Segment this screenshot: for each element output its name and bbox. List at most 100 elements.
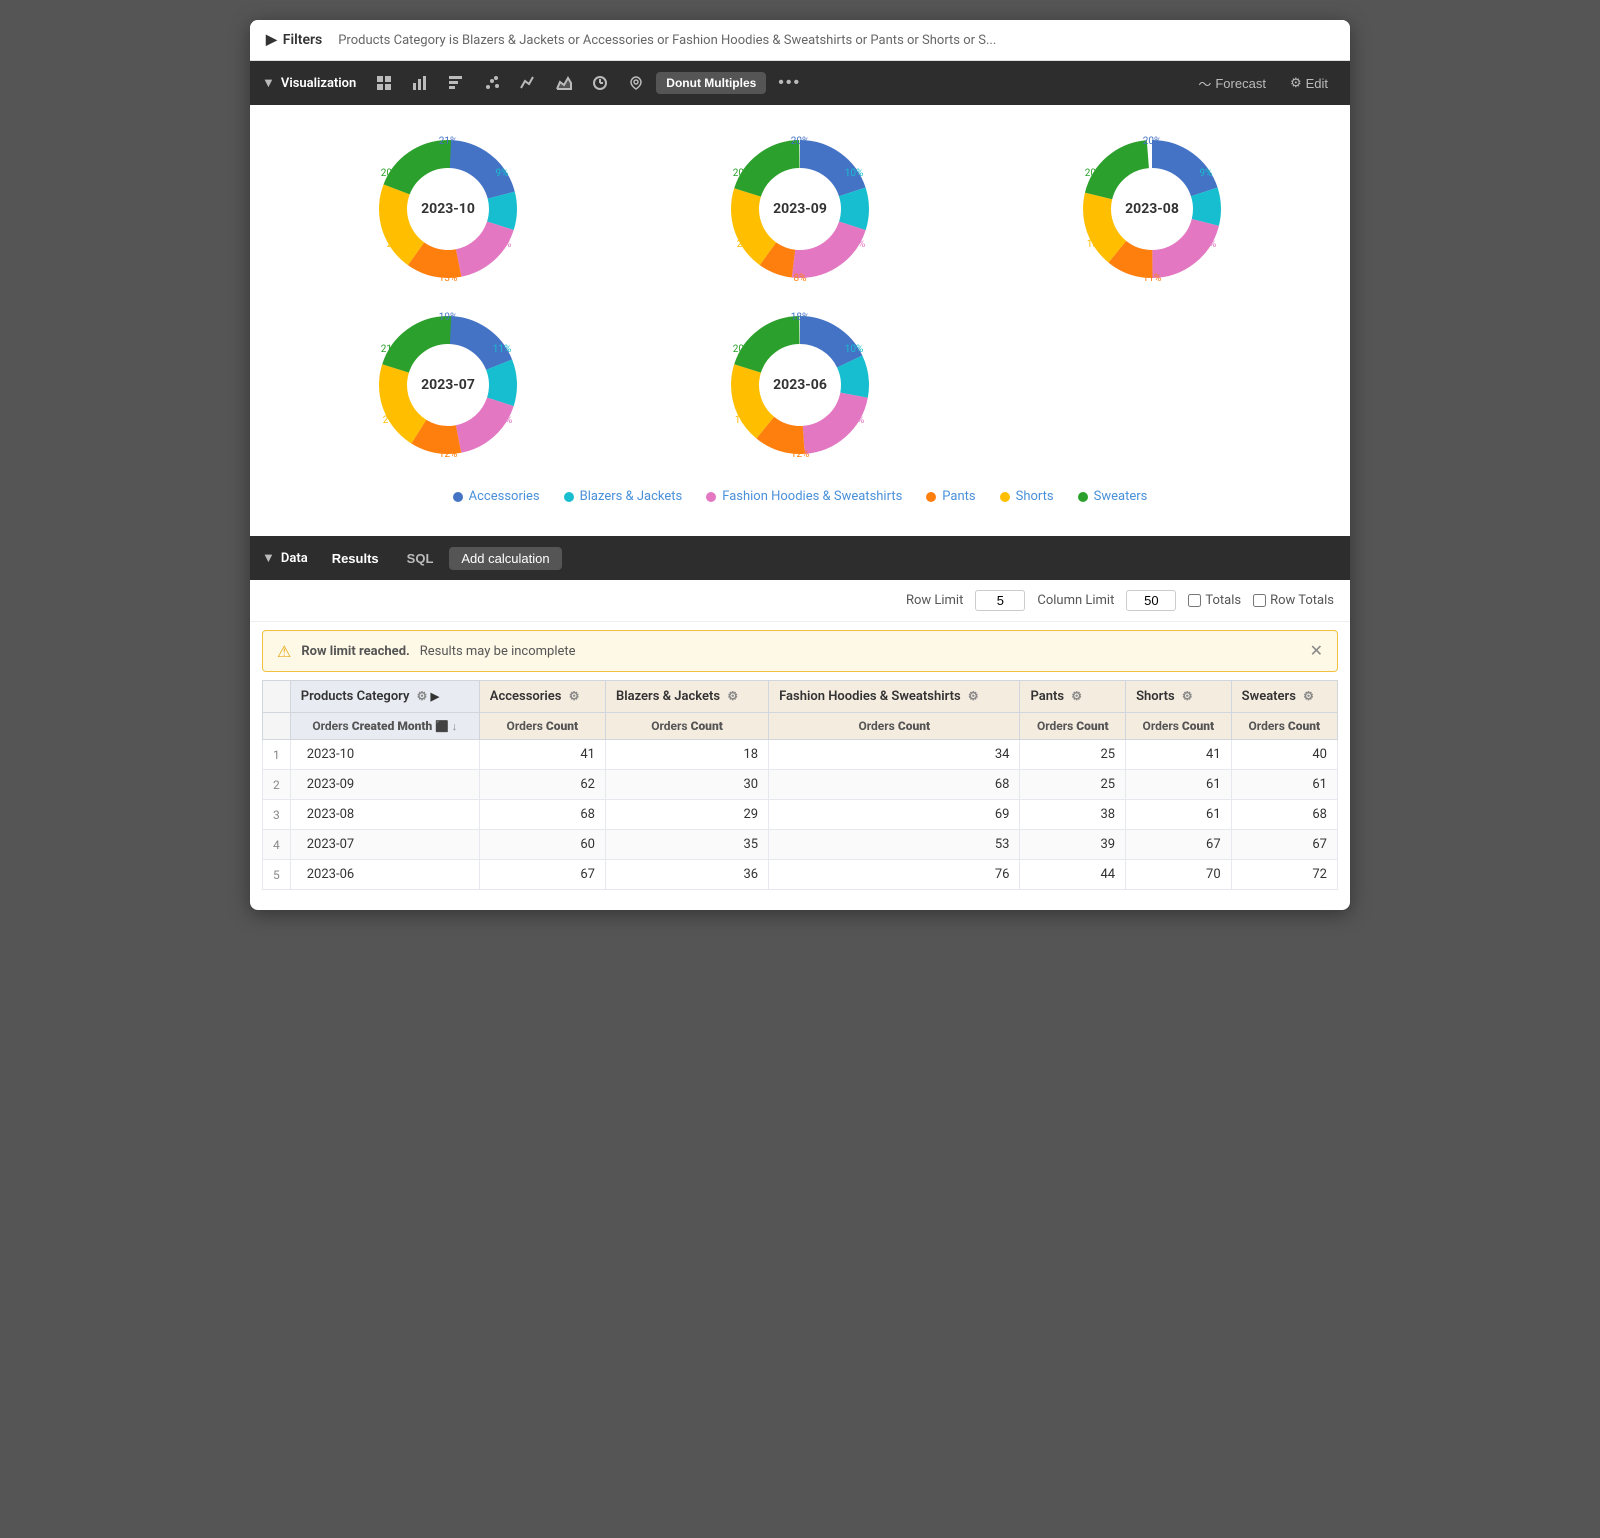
edit-btn[interactable]: ⚙ Edit bbox=[1280, 71, 1338, 95]
cell-val-1: 36 bbox=[605, 860, 768, 890]
svg-text:10%: 10% bbox=[845, 168, 864, 179]
scatter-viz-btn[interactable] bbox=[476, 71, 508, 95]
sorted-bar-viz-btn[interactable] bbox=[440, 71, 472, 95]
gear-pants-icon[interactable]: ⚙ bbox=[1071, 689, 1082, 703]
legend-pants[interactable]: Pants bbox=[926, 489, 975, 504]
donut-2023-06: 18% 10% 21% 12% 19% 20% 2023-06 bbox=[634, 305, 966, 465]
svg-text:17%: 17% bbox=[494, 415, 513, 426]
svg-text:20%: 20% bbox=[737, 239, 756, 250]
cell-month: 2023-08 bbox=[290, 800, 479, 830]
more-options-btn[interactable]: ••• bbox=[770, 70, 809, 96]
cell-val-5: 68 bbox=[1231, 800, 1337, 830]
row-totals-checkbox[interactable] bbox=[1253, 594, 1266, 607]
legend-fashion-hoodies[interactable]: Fashion Hoodies & Sweatshirts bbox=[706, 489, 902, 504]
gear-blazers-icon[interactable]: ⚙ bbox=[727, 689, 738, 703]
table-row: 42023-07603553396767 bbox=[263, 830, 1338, 860]
legend-sweaters[interactable]: Sweaters bbox=[1078, 489, 1148, 504]
donut-2023-07: 19% 11% 17% 12% 21% 21% 2023-07 bbox=[282, 305, 614, 465]
filters-toggle[interactable]: ▶ Filters bbox=[266, 32, 322, 48]
gear-products-category-icon[interactable]: ⚙ bbox=[417, 689, 428, 703]
svg-text:9%: 9% bbox=[1200, 168, 1213, 179]
svg-text:20%: 20% bbox=[733, 344, 752, 355]
sub-header-sweaters-count: Orders Count bbox=[1231, 713, 1337, 740]
cell-val-4: 61 bbox=[1126, 770, 1232, 800]
svg-text:11%: 11% bbox=[493, 344, 512, 355]
cell-val-5: 40 bbox=[1231, 740, 1337, 770]
viz-right-btns: 〜 Forecast ⚙ Edit bbox=[1188, 70, 1338, 97]
gear-accessories-icon[interactable]: ⚙ bbox=[569, 689, 580, 703]
col-header-sweaters: Sweaters ⚙ bbox=[1231, 681, 1337, 713]
area-viz-btn[interactable] bbox=[548, 71, 580, 95]
bar-viz-btn[interactable] bbox=[404, 71, 436, 95]
row-number: 5 bbox=[263, 860, 291, 890]
cell-month: 2023-07 bbox=[290, 830, 479, 860]
cell-val-2: 68 bbox=[769, 770, 1020, 800]
svg-text:20%: 20% bbox=[1085, 168, 1104, 179]
sub-header-shorts-count: Orders Count bbox=[1126, 713, 1232, 740]
filters-bar: ▶ Filters Products Category is Blazers &… bbox=[250, 20, 1350, 61]
cell-val-2: 53 bbox=[769, 830, 1020, 860]
gear-sweaters-icon[interactable]: ⚙ bbox=[1303, 689, 1314, 703]
sql-tab[interactable]: SQL bbox=[395, 547, 446, 570]
gear-fashion-hoodies-icon[interactable]: ⚙ bbox=[968, 689, 979, 703]
svg-text:20%: 20% bbox=[733, 168, 752, 179]
svg-text:8%: 8% bbox=[794, 273, 807, 284]
gear-shorts-icon[interactable]: ⚙ bbox=[1182, 689, 1193, 703]
row-number: 2 bbox=[263, 770, 291, 800]
clock-viz-btn[interactable] bbox=[584, 71, 616, 95]
cell-val-3: 39 bbox=[1020, 830, 1126, 860]
sort-month-icon[interactable]: ⬛ ↓ bbox=[435, 720, 457, 733]
map-viz-btn[interactable] bbox=[620, 71, 652, 95]
svg-text:11%: 11% bbox=[1143, 273, 1162, 284]
line-viz-btn[interactable] bbox=[512, 71, 544, 95]
cell-val-1: 35 bbox=[605, 830, 768, 860]
table-viz-btn[interactable] bbox=[368, 71, 400, 95]
viz-label: ▼ Visualization bbox=[262, 75, 356, 91]
col-limit-input[interactable] bbox=[1126, 590, 1176, 611]
table-row: 12023-10411834254140 bbox=[263, 740, 1338, 770]
cell-val-5: 61 bbox=[1231, 770, 1337, 800]
forecast-btn[interactable]: 〜 Forecast bbox=[1188, 70, 1276, 97]
legend-shorts[interactable]: Shorts bbox=[1000, 489, 1054, 504]
cell-val-4: 67 bbox=[1126, 830, 1232, 860]
svg-text:18%: 18% bbox=[791, 312, 810, 323]
warning-close-btn[interactable]: ✕ bbox=[1310, 641, 1323, 661]
donut-multiples-btn[interactable]: Donut Multiples bbox=[656, 72, 766, 94]
svg-text:20%: 20% bbox=[1143, 136, 1162, 147]
totals-checkbox[interactable] bbox=[1188, 594, 1201, 607]
cell-val-4: 61 bbox=[1126, 800, 1232, 830]
edit-label: Edit bbox=[1306, 76, 1328, 91]
legend-blazers[interactable]: Blazers & Jackets bbox=[564, 489, 683, 504]
svg-text:19%: 19% bbox=[735, 415, 754, 426]
legend-label-blazers: Blazers & Jackets bbox=[580, 489, 683, 504]
sub-header-pants-count: Orders Count bbox=[1020, 713, 1126, 740]
legend-label-sweaters: Sweaters bbox=[1094, 489, 1148, 504]
add-calculation-btn[interactable]: Add calculation bbox=[449, 547, 561, 570]
totals-label: Totals bbox=[1205, 593, 1241, 608]
warning-banner: ⚠ Row limit reached. Results may be inco… bbox=[262, 630, 1338, 672]
legend-dot-blazers bbox=[564, 492, 574, 502]
cell-month: 2023-10 bbox=[290, 740, 479, 770]
limit-bar: Row Limit Column Limit Totals Row Totals bbox=[250, 580, 1350, 622]
edit-icon: ⚙ bbox=[1290, 75, 1302, 91]
legend-accessories[interactable]: Accessories bbox=[453, 489, 540, 504]
row-totals-checkbox-label[interactable]: Row Totals bbox=[1253, 593, 1334, 608]
data-label: ▼ Data bbox=[262, 550, 308, 566]
chart-legend: Accessories Blazers & Jackets Fashion Ho… bbox=[282, 481, 1318, 520]
cell-val-3: 25 bbox=[1020, 770, 1126, 800]
row-limit-input[interactable] bbox=[975, 590, 1025, 611]
results-tab[interactable]: Results bbox=[320, 547, 391, 570]
svg-text:21%: 21% bbox=[381, 344, 400, 355]
data-label-text: Data bbox=[281, 551, 308, 566]
cell-val-3: 25 bbox=[1020, 740, 1126, 770]
row-number: 1 bbox=[263, 740, 291, 770]
totals-checkbox-label[interactable]: Totals bbox=[1188, 593, 1241, 608]
svg-text:21%: 21% bbox=[846, 415, 865, 426]
cell-val-1: 18 bbox=[605, 740, 768, 770]
row-number: 3 bbox=[263, 800, 291, 830]
viz-toolbar: ▼ Visualization bbox=[250, 61, 1350, 105]
cell-val-3: 44 bbox=[1020, 860, 1126, 890]
svg-text:13%: 13% bbox=[439, 273, 458, 284]
cell-val-4: 41 bbox=[1126, 740, 1232, 770]
warning-icon: ⚠ bbox=[277, 642, 291, 661]
